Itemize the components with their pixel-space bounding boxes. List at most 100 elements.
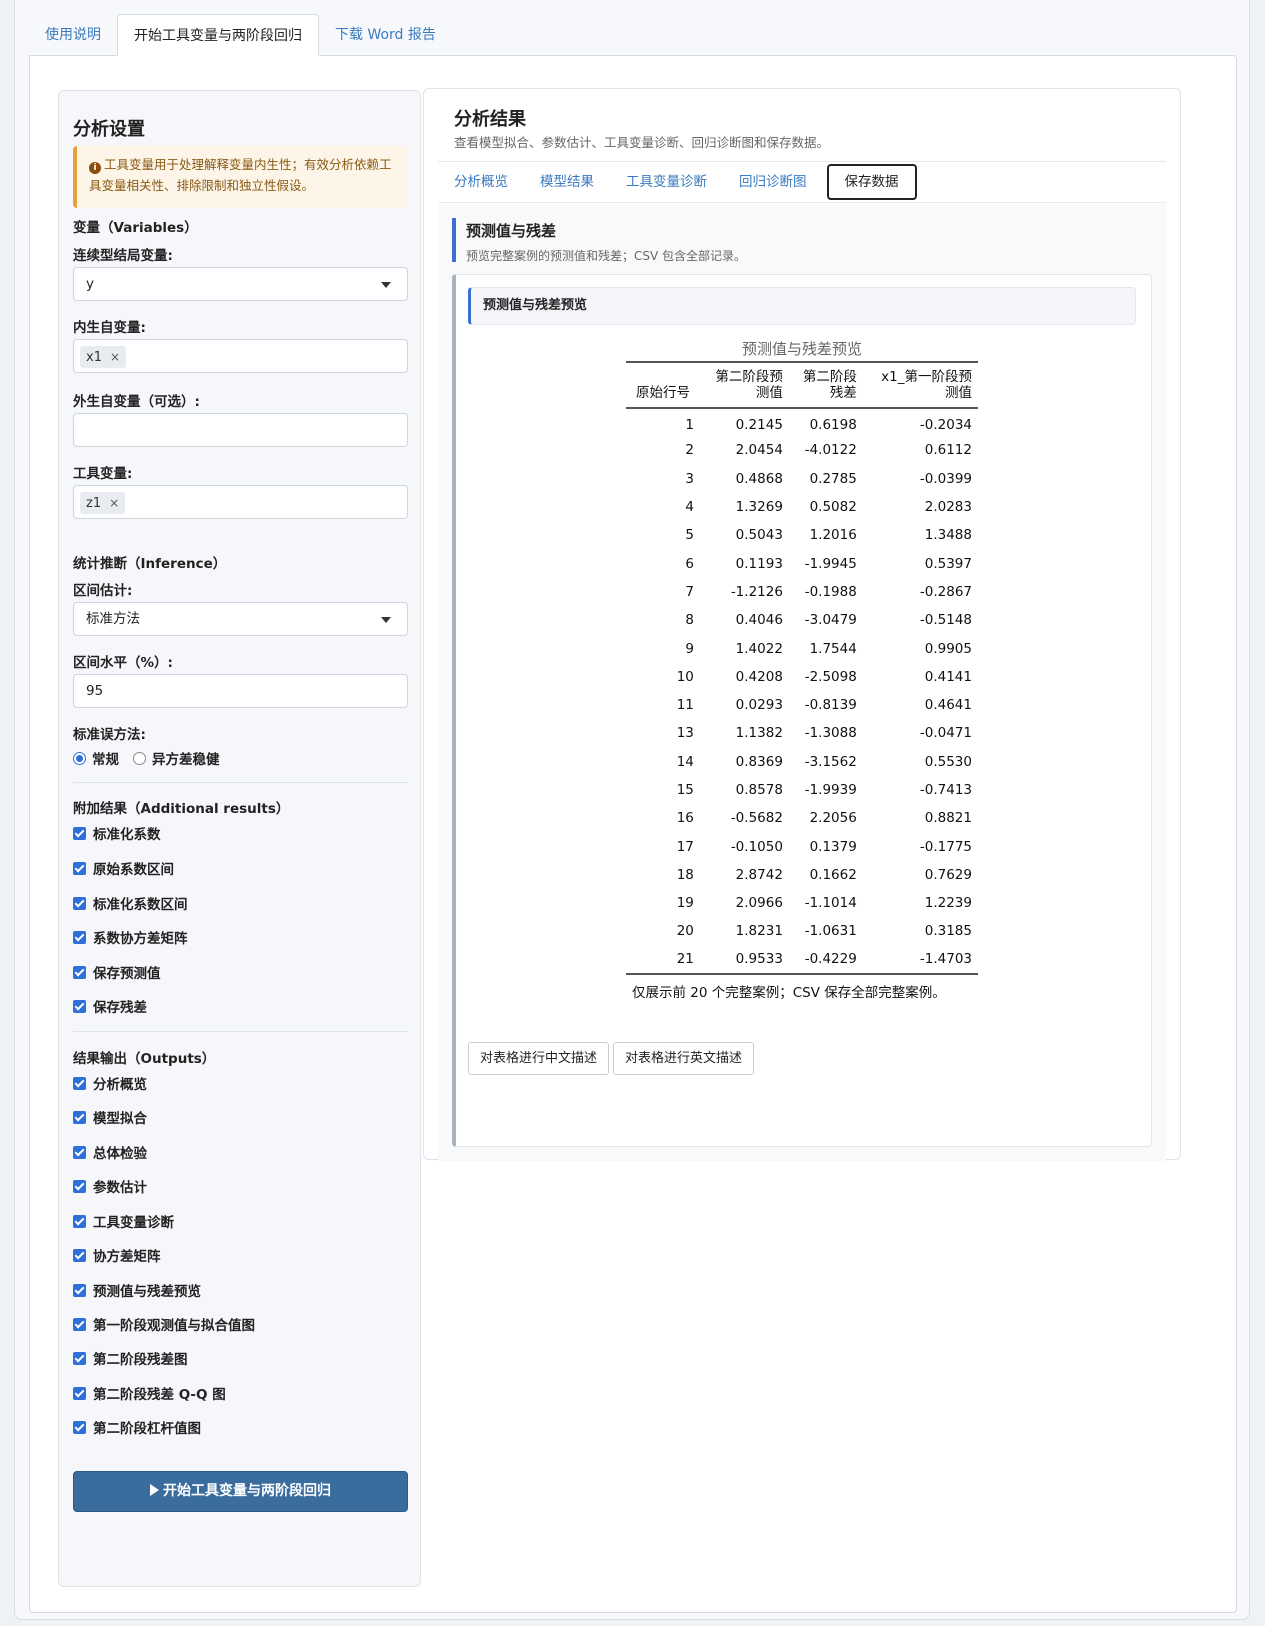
tab-download-report[interactable]: 下载 Word 报告 (319, 14, 452, 56)
checkbox-icon[interactable] (73, 1317, 86, 1331)
checkbox-output-qq-plot[interactable]: 第二阶段残差 Q-Q 图 (73, 1384, 226, 1403)
checkbox-icon[interactable] (73, 999, 86, 1013)
table-header-cell: 第二阶段 残差 (788, 361, 863, 409)
table-cell: -0.1775 (919, 838, 972, 855)
remove-icon[interactable]: × (109, 496, 119, 510)
table-row: 15 0.8578 -1.9939 -0.7413 (626, 776, 978, 804)
checkbox-std-ci[interactable]: 标准化系数区间 (73, 894, 188, 913)
checkbox-icon[interactable] (73, 1351, 86, 1365)
checkbox-output-params[interactable]: 参数估计 (73, 1177, 147, 1196)
table-row: 10 0.4208 -2.5098 0.4141 (626, 663, 978, 691)
tab-start-analysis[interactable]: 开始工具变量与两阶段回归 (117, 14, 319, 56)
endog-label: 内生自变量: (73, 320, 146, 336)
instrument-chip: z1 × (80, 492, 126, 514)
checkbox-icon[interactable] (73, 896, 86, 910)
describe-english-button[interactable]: 对表格进行英文描述 (613, 1042, 755, 1075)
table-cell: 14 (676, 753, 694, 770)
checkbox-save-pred[interactable]: 保存预测值 (73, 963, 161, 982)
checkbox-output-iv-diag[interactable]: 工具变量诊断 (73, 1212, 174, 1231)
checkbox-cov-matrix[interactable]: 系数协方差矩阵 (73, 928, 188, 947)
chip-label: x1 (86, 350, 102, 365)
table-cell: 0.4046 (735, 612, 783, 629)
table-cell: 16 (676, 810, 694, 827)
checkbox-icon[interactable] (73, 1076, 86, 1090)
table-cell: 0.4641 (924, 697, 972, 714)
info-icon: i (89, 162, 101, 174)
table-cell: -0.2034 (919, 416, 972, 433)
tab-overview[interactable]: 分析概览 (438, 164, 524, 200)
checkbox-output-overall-test[interactable]: 总体检验 (73, 1143, 147, 1162)
checkbox-output-overview[interactable]: 分析概览 (73, 1074, 147, 1093)
table-row: 20 1.8231 -1.0631 0.3185 (626, 917, 978, 945)
checkbox-output-pred-preview[interactable]: 预测值与残差预览 (73, 1281, 201, 1300)
preview-card: 预测值与残差预览 预测值与残差预览 原始行号 第二阶段预 测值 第二阶段 残差 x1_第一… (452, 274, 1152, 1147)
instrument-select[interactable]: z1 × (73, 485, 408, 519)
radio-conventional[interactable] (73, 751, 86, 765)
tab-instructions[interactable]: 使用说明 (29, 14, 117, 56)
checkbox-icon[interactable] (73, 1248, 86, 1262)
checkbox-output-fit[interactable]: 模型拟合 (73, 1108, 147, 1127)
checkbox-icon[interactable] (73, 1145, 86, 1159)
table-cell: 0.2785 (809, 470, 857, 487)
endog-chip: x1 × (80, 346, 127, 368)
table-cell: -1.0631 (804, 923, 857, 940)
checkbox-raw-ci[interactable]: 原始系数区间 (73, 859, 174, 878)
checkbox-icon[interactable] (73, 965, 86, 979)
se-radio-group: 常规 异方差稳健 (73, 748, 220, 768)
table-cell: 0.4208 (735, 668, 783, 685)
interval-select[interactable]: 标准方法 (73, 602, 408, 636)
saved-data-panel: 预测值与残差 预览完整案例的预测值和残差；CSV 包含全部记录。 预测值与残差预… (438, 204, 1166, 1161)
checkbox-output-first-stage-plot[interactable]: 第一阶段观测值与拟合值图 (73, 1315, 255, 1334)
checkbox-icon[interactable] (73, 1283, 86, 1297)
sidebar-title: 分析设置 (73, 119, 145, 140)
preview-table-wrapper: 预测值与残差预览 原始行号 第二阶段预 测值 第二阶段 残差 x1_第一阶段预 测值 1 0.… (626, 339, 978, 1001)
checkbox-icon[interactable] (73, 861, 86, 875)
results-title: 分析结果 (454, 109, 526, 130)
table-cell: 0.2145 (735, 416, 783, 433)
checkbox-icon[interactable] (73, 826, 86, 840)
table-cell: -1.2126 (730, 583, 783, 600)
table-row: 19 2.0966 -1.1014 1.2239 (626, 889, 978, 917)
tab-model-results[interactable]: 模型结果 (524, 164, 610, 200)
preview-table: 原始行号 第二阶段预 测值 第二阶段 残差 x1_第一阶段预 测值 1 0.2145 0.619… (626, 361, 978, 975)
outcome-select[interactable]: y (73, 267, 408, 301)
checkbox-output-cov[interactable]: 协方差矩阵 (73, 1246, 161, 1265)
checkbox-output-resid-plot[interactable]: 第二阶段残差图 (73, 1349, 188, 1368)
checkbox-icon[interactable] (73, 1214, 86, 1228)
table-cell: -0.0471 (919, 725, 972, 742)
divider (73, 1031, 408, 1032)
table-header-cell: 原始行号 (626, 361, 700, 409)
table-cell: -0.1988 (804, 583, 857, 600)
checkbox-save-resid[interactable]: 保存残差 (73, 997, 147, 1016)
exog-select[interactable] (73, 413, 408, 447)
table-cell: 2 (685, 442, 694, 459)
level-label: 区间水平（%）: (73, 655, 173, 671)
checkbox-icon[interactable] (73, 1179, 86, 1193)
results-panel: 分析结果 查看模型拟合、参数估计、工具变量诊断、回归诊断图和保存数据。 分析概览… (423, 88, 1181, 1161)
checkbox-icon[interactable] (73, 1420, 86, 1434)
table-cell: 0.8369 (735, 753, 783, 770)
table-cell: 0.4141 (924, 668, 972, 685)
outcome-label: 连续型结局变量: (73, 248, 173, 264)
table-cell: 1.3488 (924, 527, 972, 544)
checkbox-icon[interactable] (73, 1386, 86, 1400)
describe-chinese-button[interactable]: 对表格进行中文描述 (468, 1042, 610, 1075)
table-row: 17 -0.1050 0.1379 -0.1775 (626, 832, 978, 860)
checkbox-standardized[interactable]: 标准化系数 (73, 824, 161, 843)
tab-saved-data[interactable]: 保存数据 (826, 164, 917, 200)
table-cell: 0.1379 (809, 838, 857, 855)
table-cell: 13 (676, 725, 694, 742)
endog-select[interactable]: x1 × (73, 339, 408, 373)
tab-regression-plots[interactable]: 回归诊断图 (723, 164, 823, 200)
checkbox-icon[interactable] (73, 930, 86, 944)
table-cell: -0.7413 (919, 782, 972, 798)
tab-iv-diagnostics[interactable]: 工具变量诊断 (610, 164, 723, 200)
checkbox-output-leverage-plot[interactable]: 第二阶段杠杆值图 (73, 1418, 201, 1437)
checkbox-label: 保存预测值 (93, 966, 161, 982)
checkbox-icon[interactable] (73, 1110, 86, 1124)
radio-robust[interactable] (133, 751, 146, 765)
run-analysis-button[interactable]: 开始工具变量与两阶段回归 (73, 1471, 408, 1512)
table-cell: -3.0479 (804, 612, 857, 629)
remove-icon[interactable]: × (110, 350, 120, 364)
level-input[interactable]: 95 (73, 674, 408, 708)
